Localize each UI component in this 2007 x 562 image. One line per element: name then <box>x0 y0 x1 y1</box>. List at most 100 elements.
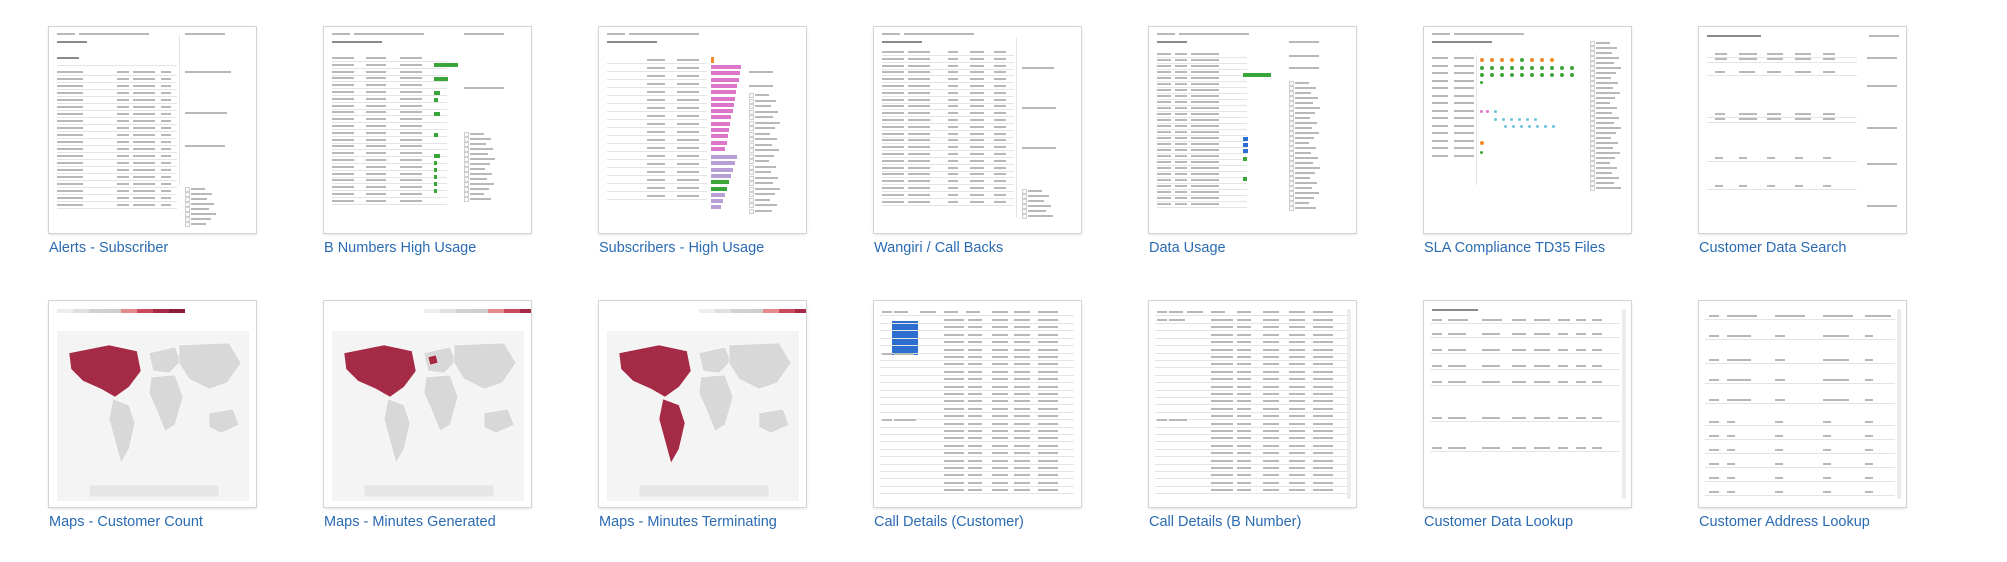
thumbnail-detail <box>1823 58 1835 60</box>
thumbnail-detail <box>161 197 171 199</box>
thumbnail-detail <box>1155 485 1349 487</box>
thumbnail-detail <box>191 218 211 220</box>
report-title-link[interactable]: B Numbers High Usage <box>324 240 599 256</box>
thumbnail-detail <box>1448 447 1466 449</box>
report-tile-maps-customer-count[interactable]: Maps - Customer Count <box>49 301 324 530</box>
report-title-link[interactable]: Call Details (B Number) <box>1149 514 1424 530</box>
thumbnail-detail <box>1767 58 1783 60</box>
thumbnail-detail <box>647 83 665 85</box>
thumbnail-detail <box>1313 311 1333 313</box>
report-title-link[interactable]: Data Usage <box>1149 240 1424 256</box>
thumbnail-detail <box>332 91 354 93</box>
thumbnail-detail <box>117 141 129 143</box>
thumbnail-detail <box>434 77 448 81</box>
report-thumbnail[interactable] <box>599 27 806 233</box>
report-tile-maps-minutes-terminating[interactable]: Maps - Minutes Terminating <box>599 301 874 530</box>
report-tile-maps-minutes-generated[interactable]: Maps - Minutes Generated <box>324 301 599 530</box>
report-title-link[interactable]: Maps - Minutes Generated <box>324 514 599 530</box>
report-title-link[interactable]: Maps - Minutes Terminating <box>599 514 874 530</box>
report-thumbnail[interactable] <box>874 27 1081 233</box>
thumbnail-detail <box>1237 319 1251 321</box>
thumbnail-detail <box>1211 400 1233 403</box>
thumbnail-detail <box>970 91 984 94</box>
report-title-link[interactable]: Alerts - Subscriber <box>49 240 324 256</box>
report-thumbnail[interactable] <box>1149 27 1356 233</box>
thumbnail-detail <box>57 85 83 87</box>
thumbnail-detail <box>1512 349 1526 351</box>
report-tile-b-numbers-high-usage[interactable]: B Numbers High Usage <box>324 27 599 256</box>
thumbnail-detail <box>1157 189 1247 190</box>
thumbnail-detail <box>1494 110 1497 113</box>
thumbnail-detail <box>185 112 227 114</box>
report-thumbnail[interactable] <box>324 27 531 233</box>
thumbnail-detail <box>133 92 155 94</box>
thumbnail-detail <box>1775 491 1783 493</box>
report-thumbnail[interactable] <box>49 301 256 507</box>
report-tile-sla-compliance-td35-files[interactable]: SLA Compliance TD35 Files <box>1424 27 1699 256</box>
report-title-link[interactable]: Customer Data Search <box>1699 240 1974 256</box>
thumbnail-detail <box>1289 41 1319 43</box>
report-tile-customer-address-lookup[interactable]: Customer Address Lookup <box>1699 301 1974 530</box>
thumbnail-detail <box>366 77 386 80</box>
thumbnail-detail <box>1432 102 1448 104</box>
thumbnail-detail <box>1709 335 1719 337</box>
thumbnail-detail <box>1038 415 1058 418</box>
thumbnail-detail <box>57 120 83 122</box>
report-thumbnail[interactable] <box>1424 27 1631 233</box>
report-thumbnail[interactable] <box>599 301 806 507</box>
thumbnail-detail <box>1157 149 1171 151</box>
thumbnail-detail <box>400 199 422 202</box>
thumbnail-detail <box>1157 57 1247 58</box>
report-thumbnail[interactable] <box>1424 301 1631 507</box>
thumbnail-detail <box>677 91 699 93</box>
thumbnail-detail <box>944 319 964 321</box>
thumbnail-detail <box>332 169 447 171</box>
report-tile-wangiri-call-backs[interactable]: Wangiri / Call Backs <box>874 27 1149 256</box>
thumbnail-detail <box>1289 437 1305 440</box>
thumbnail-detail <box>1022 147 1056 149</box>
report-tile-customer-data-search[interactable]: Customer Data Search <box>1699 27 1974 256</box>
report-thumbnail[interactable] <box>874 301 1081 507</box>
report-tile-alerts-subscriber[interactable]: Alerts - Subscriber <box>49 27 324 256</box>
thumbnail-detail <box>1512 125 1515 128</box>
report-thumbnail[interactable] <box>1699 27 1906 233</box>
thumbnail-detail <box>1727 399 1751 401</box>
report-tile-call-details-b-number[interactable]: Call Details (B Number) <box>1149 301 1424 530</box>
thumbnail-detail <box>1739 58 1757 60</box>
thumbnail-detail <box>1596 47 1617 49</box>
report-title-link[interactable]: Customer Address Lookup <box>1699 514 1974 530</box>
report-tile-call-details-customer[interactable]: Call Details (Customer) <box>874 301 1149 530</box>
thumbnail-detail <box>882 200 904 203</box>
report-title-link[interactable]: Call Details (Customer) <box>874 514 1149 530</box>
thumbnail-detail <box>133 169 155 171</box>
thumbnail-detail <box>647 115 665 117</box>
thumbnail-detail <box>1157 123 1247 124</box>
report-title-link[interactable]: Wangiri / Call Backs <box>874 240 1149 256</box>
report-title-link[interactable]: Subscribers - High Usage <box>599 240 874 256</box>
report-thumbnail[interactable] <box>1699 301 1906 507</box>
thumbnail-detail <box>133 106 155 108</box>
report-title-link[interactable]: Maps - Customer Count <box>49 514 324 530</box>
report-thumbnail[interactable] <box>1149 301 1356 507</box>
report-thumbnail[interactable] <box>324 301 531 507</box>
thumbnail-detail <box>117 176 129 178</box>
thumbnail-detail <box>470 178 487 180</box>
thumbnail-detail <box>677 187 699 189</box>
report-title-link[interactable]: Customer Data Lookup <box>1424 514 1699 530</box>
thumbnail-detail <box>992 400 1008 403</box>
thumbnail-detail <box>968 326 982 329</box>
report-tile-subscribers-high-usage[interactable]: Subscribers - High Usage <box>599 27 874 256</box>
thumbnail-detail <box>1211 363 1233 366</box>
thumbnail-detail <box>1157 113 1171 115</box>
thumbnail-detail <box>1295 87 1316 89</box>
thumbnail-detail <box>749 192 754 197</box>
thumbnail-detail <box>880 434 1074 435</box>
thumbnail-detail <box>994 57 1006 60</box>
report-tile-data-usage[interactable]: Data Usage <box>1149 27 1424 256</box>
thumbnail-detail <box>1155 456 1349 458</box>
report-thumbnail[interactable] <box>49 27 256 233</box>
report-tile-customer-data-lookup[interactable]: Customer Data Lookup <box>1424 301 1699 530</box>
thumbnail-detail <box>882 136 1014 138</box>
thumbnail-detail <box>1775 335 1785 337</box>
report-title-link[interactable]: SLA Compliance TD35 Files <box>1424 240 1699 256</box>
